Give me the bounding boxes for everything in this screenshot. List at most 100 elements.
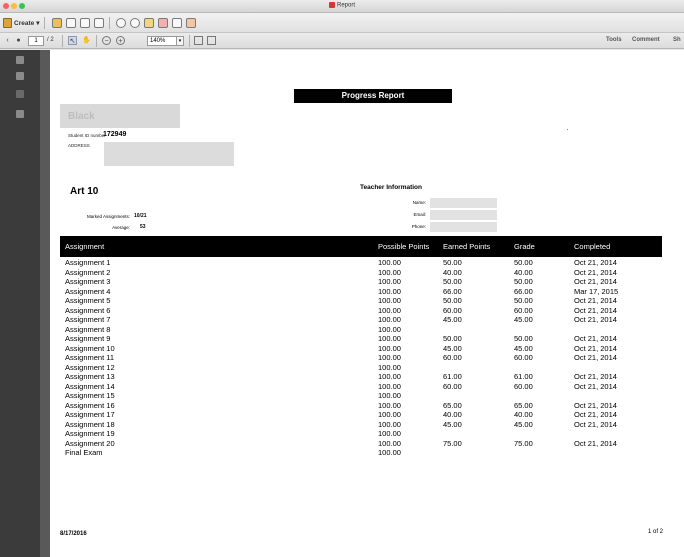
cell-completed: Oct 21, 2014 — [574, 315, 617, 324]
hand-tool-icon[interactable]: ✋ — [82, 36, 91, 45]
bookmarks-icon[interactable] — [16, 72, 24, 80]
cell-grade: 45.00 — [514, 419, 533, 429]
cell-grade: 61.00 — [514, 372, 533, 381]
teacher-email-label: Email: — [413, 212, 426, 217]
next-page-icon[interactable]: ● — [14, 36, 23, 45]
cell-earned: 50.00 — [443, 277, 462, 286]
export-icon[interactable] — [172, 18, 182, 28]
cell-grade: 40.00 — [514, 410, 533, 419]
cell-grade: 60.00 — [514, 381, 533, 391]
cell-assignment: Assignment 10 — [65, 343, 115, 353]
toolbar-separator — [44, 17, 45, 29]
cell-assignment: Assignment 20 — [65, 438, 115, 448]
cell-completed: Oct 21, 2014 — [574, 343, 617, 353]
cell-assignment: Assignment 6 — [65, 305, 111, 315]
cell-grade: 60.00 — [514, 353, 533, 362]
cell-completed: Oct 21, 2014 — [574, 372, 617, 381]
attachments-icon[interactable] — [16, 110, 24, 118]
create-button[interactable]: Create ▾ — [3, 17, 40, 29]
zoom-level-input[interactable]: 140% — [147, 36, 177, 46]
select-tool-icon[interactable]: ↖ — [68, 36, 77, 45]
tab-comment[interactable]: Comment — [632, 37, 660, 43]
toolbar-separator — [96, 35, 97, 47]
table-row: Assignment 5 100.00 50.00 50.00 Oct 21, 2014 — [60, 296, 662, 306]
cell-assignment: Assignment 17 — [65, 410, 115, 419]
cell-possible: 100.00 — [378, 277, 401, 286]
save-icon[interactable] — [66, 18, 76, 28]
cell-grade: 45.00 — [514, 343, 533, 353]
page-thumbnails-icon[interactable] — [16, 56, 24, 64]
cell-earned: 75.00 — [443, 438, 462, 448]
zoom-in-icon[interactable]: + — [116, 36, 125, 45]
cell-completed: Oct 21, 2014 — [574, 381, 617, 391]
cell-grade: 40.00 — [514, 267, 533, 277]
settings-icon[interactable] — [116, 18, 126, 28]
cell-grade: 60.00 — [514, 305, 533, 315]
fit-page-icon[interactable] — [194, 36, 203, 45]
fit-width-icon[interactable] — [207, 36, 216, 45]
page-total: / 2 — [47, 37, 54, 43]
table-row: Assignment 7 100.00 45.00 45.00 Oct 21, 2014 — [60, 315, 662, 325]
create-label: Create — [14, 19, 35, 27]
cell-grade: 45.00 — [514, 315, 533, 324]
table-row: Assignment 16 100.00 65.00 65.00 Oct 21, 201… — [60, 401, 662, 411]
table-row: Assignment 10 100.00 45.00 45.00 Oct 21, 201… — [60, 344, 662, 354]
teacher-email-redacted — [430, 210, 497, 220]
cell-grade: 50.00 — [514, 277, 533, 286]
table-row: Assignment 18 100.00 45.00 45.00 Oct 21, 201… — [60, 420, 662, 430]
comment-icon[interactable] — [130, 18, 140, 28]
toolbar-separator — [189, 35, 190, 47]
create-icon — [3, 18, 12, 28]
page-number-input[interactable]: 1 — [28, 36, 44, 46]
share-icon[interactable] — [186, 18, 196, 28]
signature-icon[interactable] — [16, 90, 24, 98]
zoom-out-icon[interactable]: − — [102, 36, 111, 45]
cell-earned: 61.00 — [443, 372, 462, 381]
table-row: Assignment 12 100.00 — [60, 363, 662, 373]
table-row: Assignment 6 100.00 60.00 60.00 Oct 21, 2014 — [60, 306, 662, 316]
navigation-toolbar: ‹ ● 1 / 2 ↖ ✋ − + 140% ▾ Tools Comment S… — [0, 33, 684, 49]
column-header: Grade — [514, 242, 535, 251]
email-icon[interactable] — [94, 18, 104, 28]
average-value: 53 — [140, 224, 146, 230]
cell-possible: 100.00 — [378, 315, 401, 324]
student-id-value: 172949 — [103, 131, 127, 138]
table-row: Assignment 9 100.00 50.00 50.00 Oct 21, 2014 — [60, 334, 662, 344]
cell-possible: 100.00 — [378, 334, 401, 343]
teacher-info-title: Teacher Information — [360, 184, 423, 191]
cell-possible: 100.00 — [378, 324, 401, 334]
zoom-dropdown-icon[interactable]: ▾ — [176, 36, 184, 46]
sticky-note-icon[interactable] — [144, 18, 154, 28]
scan-dot — [567, 129, 568, 130]
tab-share[interactable]: Sh — [673, 37, 681, 43]
cell-completed: Oct 21, 2014 — [574, 410, 617, 419]
open-folder-icon[interactable] — [52, 18, 62, 28]
cell-earned: 40.00 — [443, 410, 462, 419]
teacher-phone-label: Phone: — [411, 224, 426, 229]
pdf-file-icon — [328, 2, 335, 8]
table-row: Assignment 8 100.00 — [60, 325, 662, 335]
cell-grade: 65.00 — [514, 400, 533, 410]
cell-grade: 50.00 — [514, 296, 533, 305]
main-toolbar: Create ▾ — [0, 13, 684, 33]
cell-possible: 100.00 — [378, 400, 401, 410]
previous-page-icon[interactable]: ‹ — [3, 36, 12, 45]
cell-earned: 50.00 — [443, 334, 462, 343]
cell-possible: 100.00 — [378, 391, 401, 400]
highlight-icon[interactable] — [158, 18, 168, 28]
cell-completed: Oct 21, 2014 — [574, 296, 617, 305]
cell-possible: 100.00 — [378, 353, 401, 362]
footer-page-number: 1 of 2 — [648, 529, 664, 535]
window-titlebar: Report — [0, 0, 684, 13]
cell-earned: 65.00 — [443, 400, 462, 410]
column-header: Assignment — [65, 242, 105, 251]
cell-grade: 75.00 — [514, 438, 533, 448]
cell-earned: 40.00 — [443, 267, 462, 277]
cell-earned: 60.00 — [443, 381, 462, 391]
print-icon[interactable] — [80, 18, 90, 28]
tab-tools[interactable]: Tools — [606, 37, 622, 43]
cell-possible: 100.00 — [378, 410, 401, 419]
table-row: Assignment 20 100.00 75.00 75.00 Oct 21, 201… — [60, 439, 662, 449]
cell-assignment: Assignment 8 — [65, 324, 111, 334]
student-id-label: Student ID number — [68, 133, 106, 138]
